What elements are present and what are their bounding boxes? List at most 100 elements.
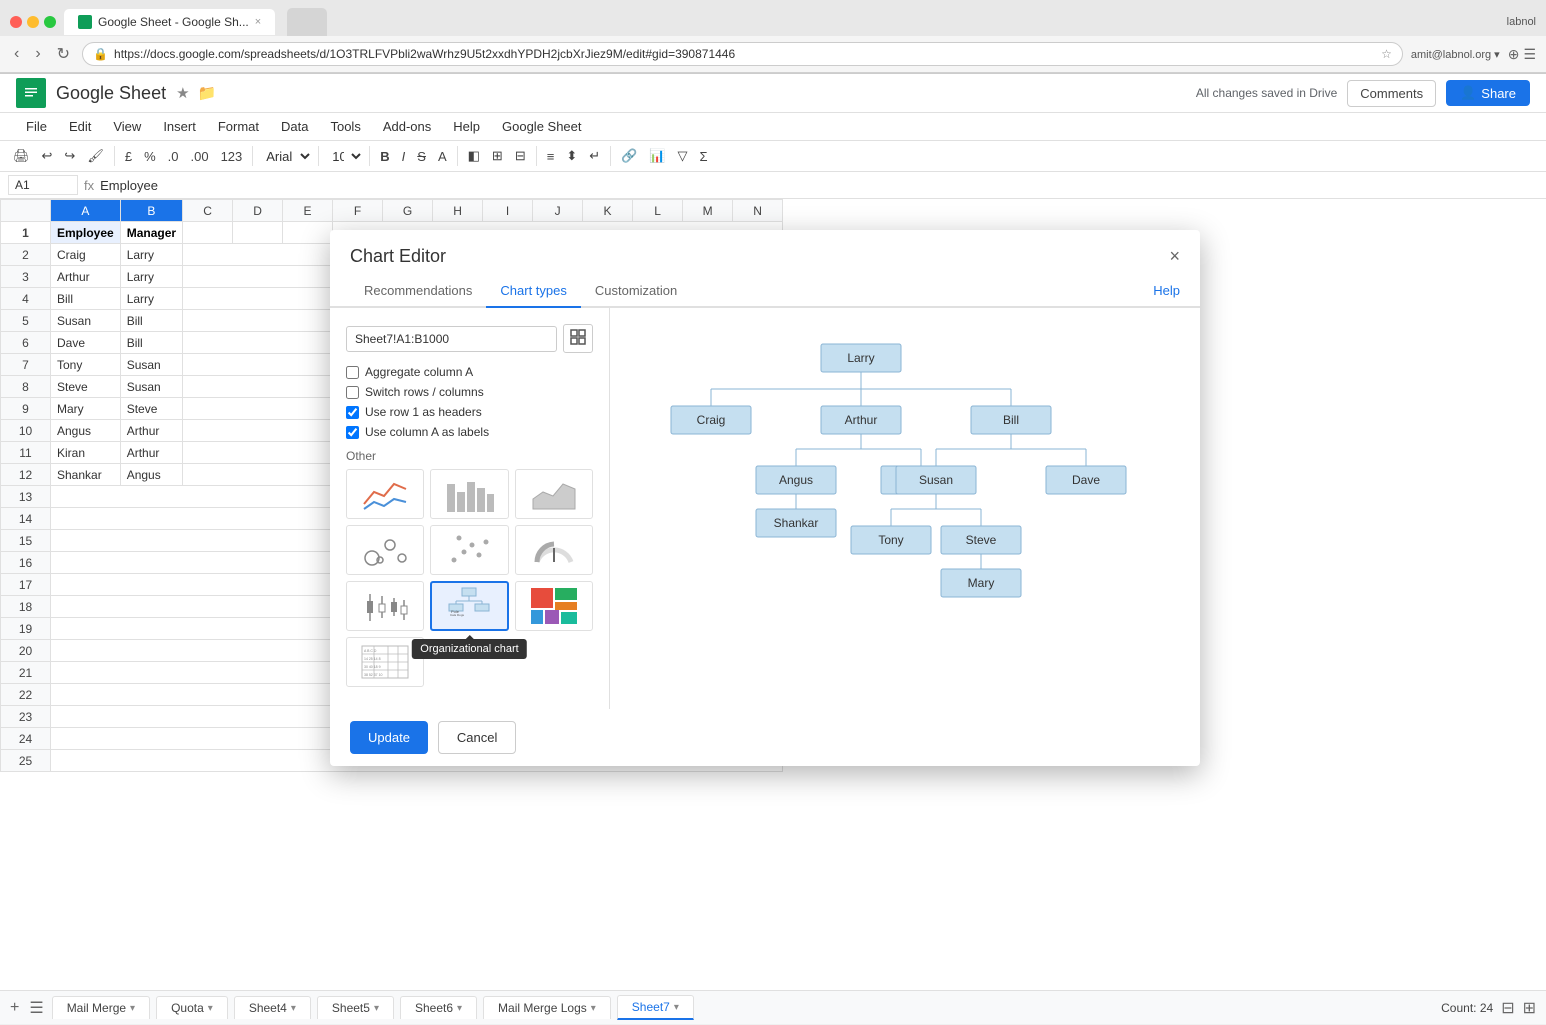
menu-insert[interactable]: Insert — [153, 115, 206, 138]
cell-A6[interactable]: Dave — [51, 332, 121, 354]
sheet-tab-sheet5[interactable]: Sheet5 ▾ — [317, 996, 394, 1019]
col-header-L[interactable]: L — [633, 200, 683, 222]
cell-B10[interactable]: Arthur — [120, 420, 182, 442]
wrap-button[interactable]: ↵ — [584, 145, 605, 167]
cell-A9[interactable]: Mary — [51, 398, 121, 420]
modal-close-button[interactable]: × — [1169, 246, 1180, 267]
cell-B3[interactable]: Larry — [120, 266, 182, 288]
menu-help[interactable]: Help — [443, 115, 490, 138]
sheet-tab-quota[interactable]: Quota ▾ — [156, 996, 228, 1019]
cell-A2[interactable]: Craig — [51, 244, 121, 266]
increase-decimal[interactable]: .00 — [185, 146, 213, 167]
sheet-tab-sheet6[interactable]: Sheet6 ▾ — [400, 996, 477, 1019]
scatter-chart-button[interactable] — [430, 525, 508, 575]
new-tab-placeholder[interactable] — [287, 8, 327, 36]
cell-A3[interactable]: Arthur — [51, 266, 121, 288]
checkbox-use-cola-input[interactable] — [346, 426, 359, 439]
col-header-A[interactable]: A — [51, 200, 121, 222]
url-bar[interactable]: 🔒 https://docs.google.com/spreadsheets/d… — [82, 42, 1403, 66]
currency-button[interactable]: £ — [120, 146, 137, 167]
org-chart-button[interactable]: Pole Cats Dogs Organizational chart — [430, 581, 508, 631]
reload-button[interactable]: ↻ — [53, 42, 74, 66]
cell-B6[interactable]: Bill — [120, 332, 182, 354]
cell-B5[interactable]: Bill — [120, 310, 182, 332]
menu-file[interactable]: File — [16, 115, 57, 138]
chart-button[interactable]: 📊 — [644, 145, 670, 167]
cell-E1[interactable] — [283, 222, 333, 244]
menu-edit[interactable]: Edit — [59, 115, 101, 138]
col-header-I[interactable]: I — [483, 200, 533, 222]
text-color-button[interactable]: A — [433, 146, 452, 167]
cell-A12[interactable]: Shankar — [51, 464, 121, 486]
function-button[interactable]: Σ — [695, 146, 713, 167]
cell-B1[interactable]: Manager — [120, 222, 182, 244]
cell-B4[interactable]: Larry — [120, 288, 182, 310]
cell-A8[interactable]: Steve — [51, 376, 121, 398]
back-button[interactable]: ‹ — [10, 43, 23, 65]
cell-C1[interactable] — [183, 222, 233, 244]
col-header-J[interactable]: J — [533, 200, 583, 222]
close-traffic-light[interactable] — [10, 16, 22, 28]
area-chart-button[interactable] — [515, 469, 593, 519]
percent-button[interactable]: % — [139, 146, 161, 167]
menu-tools[interactable]: Tools — [320, 115, 370, 138]
update-button[interactable]: Update — [350, 721, 428, 754]
cell-A10[interactable]: Angus — [51, 420, 121, 442]
redo-button[interactable]: ↪ — [59, 145, 80, 167]
font-select[interactable]: Arial — [258, 146, 313, 167]
forward-button[interactable]: › — [31, 43, 44, 65]
add-sheet-button[interactable]: + — [8, 997, 21, 1019]
fill-color-button[interactable]: ◧ — [463, 145, 485, 167]
cell-reference[interactable]: A1 — [8, 175, 78, 195]
number-format[interactable]: 123 — [216, 146, 248, 167]
bubble-chart-button[interactable] — [346, 525, 424, 575]
col-header-H[interactable]: H — [433, 200, 483, 222]
col-header-M[interactable]: M — [683, 200, 733, 222]
cell-D1[interactable] — [233, 222, 283, 244]
tab-close-icon[interactable]: × — [255, 16, 261, 28]
zoom-out-button[interactable]: ⊟ — [1499, 996, 1516, 1020]
menu-format[interactable]: Format — [208, 115, 269, 138]
col-header-E[interactable]: E — [283, 200, 333, 222]
italic-button[interactable]: I — [397, 146, 411, 167]
col-header-N[interactable]: N — [733, 200, 783, 222]
sheet-tab-mail-merge-logs[interactable]: Mail Merge Logs ▾ — [483, 996, 611, 1019]
cancel-button[interactable]: Cancel — [438, 721, 516, 754]
browser-tab-active[interactable]: Google Sheet - Google Sh... × — [64, 9, 275, 35]
col-header-F[interactable]: F — [333, 200, 383, 222]
sheet-tab-mail-merge[interactable]: Mail Merge ▾ — [52, 996, 150, 1019]
more-menu-icon[interactable]: ☰ — [1523, 46, 1536, 63]
tab-chart-types[interactable]: Chart types — [486, 275, 580, 308]
align-button[interactable]: ≡ — [542, 146, 560, 167]
cell-B12[interactable]: Angus — [120, 464, 182, 486]
extensions-icon[interactable]: ⊕ — [1508, 46, 1520, 63]
menu-google-sheet[interactable]: Google Sheet — [492, 115, 592, 138]
maximize-traffic-light[interactable] — [44, 16, 56, 28]
tab-customization[interactable]: Customization — [581, 275, 691, 308]
strikethrough-button[interactable]: S — [412, 146, 431, 167]
sheet-list-button[interactable]: ☰ — [27, 996, 45, 1020]
cell-B11[interactable]: Arthur — [120, 442, 182, 464]
cell-A4[interactable]: Bill — [51, 288, 121, 310]
folder-icon[interactable]: 📁 — [198, 84, 217, 102]
share-button[interactable]: 👤 Share — [1446, 80, 1530, 106]
col-header-B[interactable]: B — [120, 200, 182, 222]
merge-cells-button[interactable]: ⊟ — [510, 145, 531, 167]
cell-A1[interactable]: Employee — [51, 222, 121, 244]
filter-button[interactable]: ▽ — [673, 145, 693, 167]
undo-button[interactable]: ↩ — [37, 145, 58, 167]
data-range-input[interactable] — [346, 326, 557, 352]
bar-chart-button[interactable] — [430, 469, 508, 519]
checkbox-aggregate-input[interactable] — [346, 366, 359, 379]
cell-A5[interactable]: Susan — [51, 310, 121, 332]
menu-addons[interactable]: Add-ons — [373, 115, 441, 138]
checkbox-use-row1-input[interactable] — [346, 406, 359, 419]
cell-B7[interactable]: Susan — [120, 354, 182, 376]
comments-button[interactable]: Comments — [1347, 80, 1436, 107]
cell-A7[interactable]: Tony — [51, 354, 121, 376]
checkbox-switch-rows-input[interactable] — [346, 386, 359, 399]
col-header-D[interactable]: D — [233, 200, 283, 222]
formula-input[interactable]: Employee — [100, 178, 1538, 193]
tab-recommendations[interactable]: Recommendations — [350, 275, 486, 308]
minimize-traffic-light[interactable] — [27, 16, 39, 28]
